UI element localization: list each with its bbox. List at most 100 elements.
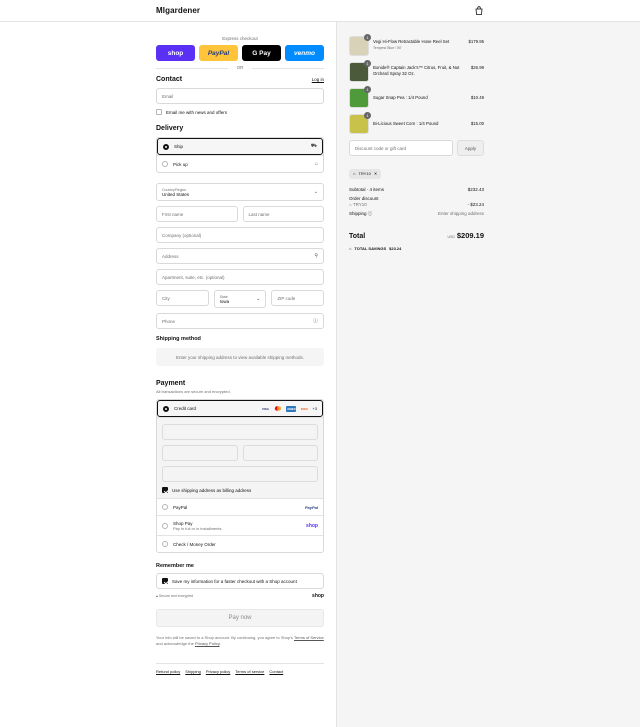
product-image: 1 bbox=[349, 112, 371, 134]
more-cards-count: +3 bbox=[312, 406, 317, 411]
paypal-radio[interactable] bbox=[162, 504, 168, 510]
email-field[interactable]: Email bbox=[156, 88, 324, 104]
last-name-field[interactable]: Last name bbox=[242, 206, 324, 222]
shop-pay-option[interactable]: Shop Pay Pay in full or in installments … bbox=[157, 515, 323, 535]
shipping-value: Enter shipping address bbox=[437, 210, 484, 216]
shipping-link[interactable]: Shipping bbox=[185, 669, 201, 674]
pickup-label: Pick up bbox=[173, 161, 188, 167]
contact-heading: Contact bbox=[156, 76, 183, 83]
card-logos: VISA AMEX DISC +3 bbox=[260, 405, 317, 412]
phone-field[interactable]: Phone ⓘ bbox=[156, 313, 324, 329]
paypal-button[interactable]: PayPal bbox=[199, 45, 238, 61]
remember-heading: Remember me bbox=[156, 563, 194, 569]
card-number-field[interactable] bbox=[162, 424, 318, 440]
zip-field[interactable]: ZIP code bbox=[271, 290, 325, 306]
credit-card-radio[interactable] bbox=[163, 405, 169, 412]
country-select[interactable]: Country/Region United States ⌄ bbox=[156, 183, 324, 201]
product-image: 1 bbox=[349, 60, 371, 82]
savings-value: $23.24 bbox=[389, 245, 402, 251]
security-code-field[interactable] bbox=[242, 445, 318, 461]
amex-icon: AMEX bbox=[286, 405, 297, 412]
credit-card-option[interactable]: Credit card VISA AMEX DISC +3 bbox=[157, 400, 323, 417]
billing-same-option[interactable]: Use shipping address as billing address bbox=[162, 487, 318, 493]
pickup-radio[interactable] bbox=[162, 161, 168, 167]
chevron-down-icon: ⌄ bbox=[313, 189, 318, 195]
ship-radio[interactable] bbox=[163, 143, 169, 150]
ship-option[interactable]: Ship ⛟ bbox=[157, 138, 323, 155]
company-field[interactable]: Company (optional) bbox=[156, 227, 324, 243]
newsletter-label: Email me with news and offers bbox=[166, 109, 227, 115]
shop-pay-button[interactable]: shop bbox=[156, 45, 195, 61]
apply-button[interactable]: Apply bbox=[457, 140, 484, 156]
quantity-badge: 1 bbox=[364, 86, 371, 93]
store-logo[interactable]: MIgardener bbox=[156, 6, 200, 15]
visa-icon: VISA bbox=[261, 406, 269, 411]
refund-policy-link[interactable]: Refund policy bbox=[156, 669, 180, 674]
newsletter-option[interactable]: Email me with news and offers bbox=[156, 109, 324, 115]
terms-of-service-link[interactable]: Terms of service bbox=[235, 669, 264, 674]
secure-row: 🔒︎ Secure and encrypted shop bbox=[156, 593, 324, 599]
ship-label: Ship bbox=[174, 144, 184, 149]
express-checkout-label: Express checkout bbox=[222, 36, 258, 41]
legal-body: Your info will be saved to a Shop accoun… bbox=[156, 635, 293, 640]
contact-link[interactable]: Contact bbox=[269, 669, 283, 674]
privacy-link[interactable]: Privacy Policy bbox=[195, 641, 220, 646]
shop-pay-radio[interactable] bbox=[162, 522, 168, 529]
cart-item: 1 Vegi Hi-Flow Retractable Hose Reel Set… bbox=[349, 34, 484, 56]
remember-option[interactable]: Save my information for a faster checkou… bbox=[156, 573, 324, 589]
check-radio[interactable] bbox=[162, 541, 168, 547]
remember-label: Save my information for a faster checkou… bbox=[172, 578, 297, 584]
name-on-card-field[interactable] bbox=[162, 466, 318, 482]
state-select[interactable]: State Iowa ⌄ bbox=[213, 290, 267, 308]
product-name: Bonide® Captain Jack's™ Citrus, Fruit, &… bbox=[373, 65, 460, 76]
newsletter-checkbox[interactable] bbox=[156, 109, 162, 115]
close-icon[interactable]: ✕ bbox=[374, 171, 377, 176]
help-icon[interactable]: ⓘ bbox=[368, 211, 373, 216]
savings-label: TOTAL SAVINGS bbox=[354, 245, 387, 251]
paypal-option[interactable]: PayPal PayPal bbox=[157, 498, 323, 515]
phone-placeholder: Phone bbox=[162, 318, 176, 324]
search-icon: ⚲ bbox=[314, 253, 318, 259]
express-buttons: shop PayPal G Pay venmo bbox=[156, 45, 324, 61]
product-variant: Tempest Blue / 50' bbox=[373, 46, 402, 50]
shopping-bag-icon[interactable] bbox=[474, 6, 483, 15]
billing-same-checkbox[interactable] bbox=[162, 487, 168, 493]
discount-input[interactable]: Discount code or gift card bbox=[349, 140, 453, 156]
truck-icon: ⛟ bbox=[310, 143, 317, 149]
venmo-button[interactable]: venmo bbox=[285, 45, 324, 61]
shop-logo: shop bbox=[312, 593, 324, 599]
help-icon[interactable]: ⓘ bbox=[313, 318, 318, 325]
footer-links: Refund policy Shipping Privacy policy Te… bbox=[156, 663, 324, 674]
address-placeholder: Address bbox=[162, 253, 179, 259]
currency: USD bbox=[447, 234, 455, 239]
shipping-method-heading: Shipping method bbox=[156, 336, 201, 342]
privacy-policy-link[interactable]: Privacy policy bbox=[206, 669, 230, 674]
pay-now-button[interactable]: Pay now bbox=[156, 609, 324, 627]
google-pay-button[interactable]: G Pay bbox=[242, 45, 281, 61]
discount-code: TRY10 bbox=[352, 201, 367, 207]
address-field[interactable]: Address ⚲ bbox=[156, 248, 324, 264]
city-field[interactable]: City bbox=[156, 290, 209, 306]
order-summary: 1 Vegi Hi-Flow Retractable Hose Reel Set… bbox=[336, 22, 640, 727]
mastercard-icon bbox=[273, 406, 283, 412]
card-details-form: Use shipping address as billing address bbox=[157, 417, 323, 498]
remember-checkbox[interactable] bbox=[162, 578, 168, 584]
secure-label: Secure and encrypted bbox=[158, 594, 194, 598]
subtotal-label: Subtotal · 4 items bbox=[349, 186, 385, 192]
chevron-down-icon: ⌄ bbox=[256, 296, 261, 302]
cart-item: 1 Bonide® Captain Jack's™ Citrus, Fruit,… bbox=[349, 60, 484, 82]
login-link[interactable]: Log in bbox=[312, 77, 324, 82]
subtotal-value: $232.43 bbox=[467, 186, 484, 192]
apartment-field[interactable]: Apartment, suite, etc. (optional) bbox=[156, 269, 324, 285]
product-price: $15.00 bbox=[470, 121, 484, 126]
total-row: Total USD $209.19 bbox=[349, 225, 484, 243]
terms-link[interactable]: Terms of Service bbox=[294, 635, 324, 640]
pickup-option[interactable]: Pick up ⌂ bbox=[157, 155, 323, 172]
paypal-logo: PayPal bbox=[304, 504, 318, 510]
first-name-field[interactable]: First name bbox=[156, 206, 238, 222]
shipping-method-message: Enter your shipping address to view avai… bbox=[156, 348, 324, 366]
country-value: United States bbox=[162, 191, 190, 197]
cart-item: 1 Bi-Licious Sweet Corn : 1/4 Pound $15.… bbox=[349, 112, 484, 134]
expiry-field[interactable] bbox=[162, 445, 238, 461]
check-option[interactable]: Check / Money Order bbox=[157, 535, 323, 552]
